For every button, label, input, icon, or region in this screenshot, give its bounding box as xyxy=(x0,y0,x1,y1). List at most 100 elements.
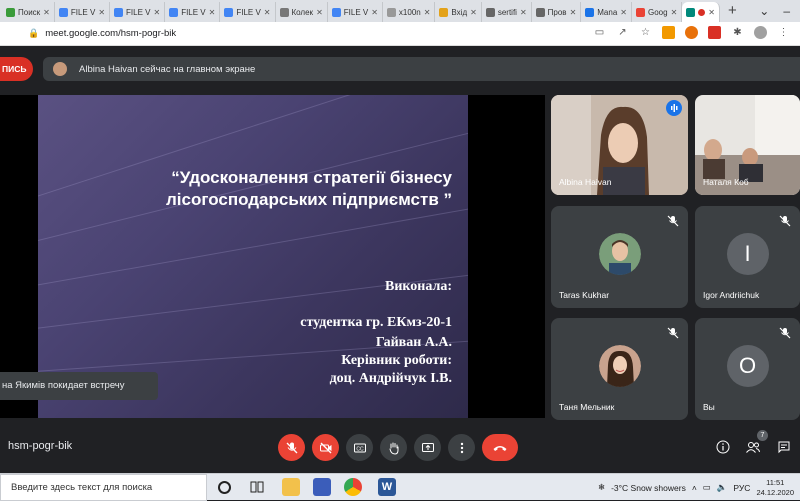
browser-tab[interactable]: ✕ xyxy=(682,2,720,22)
browser-tab[interactable]: Поиск ✕ xyxy=(2,2,55,22)
language-indicator[interactable]: РУС xyxy=(733,483,750,493)
leave-call-button[interactable] xyxy=(482,434,518,461)
browser-tab[interactable]: Вхід ✕ xyxy=(435,2,482,22)
browser-tab[interactable]: Колек ✕ xyxy=(276,2,328,22)
close-tab-icon[interactable]: ✕ xyxy=(708,8,715,17)
browser-tab[interactable]: sertifi ✕ xyxy=(482,2,532,22)
chrome-icon[interactable] xyxy=(344,478,362,496)
mic-off-icon xyxy=(779,327,791,339)
close-tab-icon[interactable]: ✕ xyxy=(98,8,105,17)
camera-off-icon xyxy=(319,442,331,453)
task-view-icon[interactable] xyxy=(248,478,266,496)
participant-tile[interactable]: Albina Haivan xyxy=(551,95,688,195)
close-tab-icon[interactable]: ✕ xyxy=(671,8,678,17)
camera-icon[interactable]: ▭ xyxy=(593,26,606,39)
volume-icon[interactable]: 🔈 xyxy=(717,482,728,493)
camera-toggle-button[interactable] xyxy=(312,434,339,461)
tab-label: FILE V xyxy=(236,7,261,17)
mic-off-icon xyxy=(667,327,679,339)
participant-tile[interactable]: Наталя Коб xyxy=(695,95,800,195)
word-icon[interactable]: W xyxy=(378,478,396,496)
tab-label: Колек xyxy=(291,7,314,17)
tab-favicon-icon xyxy=(224,7,234,17)
slide-performed-by: Виконала: xyxy=(385,279,452,294)
browser-tab[interactable]: FILE V ✕ xyxy=(328,2,383,22)
lock-icon[interactable]: 🔒 xyxy=(28,28,39,39)
present-screen-button[interactable] xyxy=(414,434,441,461)
weather-text[interactable]: -3°C Snow showers xyxy=(611,483,686,493)
extension-orange-icon[interactable] xyxy=(662,26,675,39)
close-tab-icon[interactable]: ✕ xyxy=(43,8,50,17)
recording-badge[interactable]: ПИСЬ xyxy=(0,57,33,81)
menu-icon[interactable]: ⋮ xyxy=(777,26,790,39)
weather-icon[interactable]: ❄ xyxy=(598,482,605,493)
close-tab-icon[interactable]: ✕ xyxy=(620,8,627,17)
close-tab-icon[interactable]: ✕ xyxy=(209,8,216,17)
browser-tab[interactable]: x100n ✕ xyxy=(383,2,436,22)
browser-tab[interactable]: Manа ✕ xyxy=(581,2,632,22)
tab-favicon-icon xyxy=(114,7,124,17)
browser-tab[interactable]: FILE V ✕ xyxy=(165,2,221,22)
participant-tile[interactable]: Taras Kukhar xyxy=(551,206,688,308)
slide-title-line: “Удосконалення стратегії бізнесу xyxy=(171,168,452,187)
close-tab-icon[interactable]: ✕ xyxy=(316,8,323,17)
tab-label: Поиск xyxy=(18,7,41,17)
participant-tile[interactable]: I Igor Andriichuk xyxy=(695,206,800,308)
chat-button[interactable] xyxy=(774,437,794,457)
browser-tab[interactable]: Goog ✕ xyxy=(632,2,683,22)
pdf-icon[interactable] xyxy=(708,26,721,39)
meeting-code: hsm-pogr-bik xyxy=(8,440,73,452)
tab-favicon-icon xyxy=(58,7,68,17)
participant-name: Albina Haivan xyxy=(559,177,612,187)
cortana-icon[interactable] xyxy=(218,481,231,494)
taskbar-search-placeholder[interactable]: Введите здесь текст для поиска xyxy=(11,482,152,493)
tray-chevron-icon[interactable]: ˄ xyxy=(692,483,697,493)
meeting-details-button[interactable] xyxy=(713,437,733,457)
close-tab-icon[interactable]: ✕ xyxy=(470,8,477,17)
raise-hand-button[interactable] xyxy=(380,434,407,461)
browser-tab[interactable]: FILE V ✕ xyxy=(220,2,276,22)
close-tab-icon[interactable]: ✕ xyxy=(424,8,431,17)
file-explorer-icon[interactable] xyxy=(282,478,300,496)
share-icon[interactable]: ↗ xyxy=(616,26,629,39)
mic-off-icon xyxy=(779,215,791,227)
hand-icon xyxy=(389,442,398,455)
puzzle-icon[interactable]: ✱ xyxy=(731,26,744,39)
tab-favicon-icon xyxy=(439,7,449,17)
hangup-icon xyxy=(493,445,507,451)
url-text[interactable]: meet.google.com/hsm-pogr-bik xyxy=(45,28,176,39)
star-icon[interactable]: ☆ xyxy=(639,26,652,39)
close-tab-icon[interactable]: ✕ xyxy=(264,8,271,17)
participant-tile[interactable]: O Вы xyxy=(695,318,800,420)
more-options-button[interactable] xyxy=(448,434,475,461)
new-tab-button[interactable]: + xyxy=(728,2,737,22)
close-tab-icon[interactable]: ✕ xyxy=(371,8,378,17)
tab-label: FILE V xyxy=(343,7,369,17)
slide-title: “Удосконалення стратегії бізнесу лісогос… xyxy=(72,167,452,211)
participant-avatar-letter: I xyxy=(726,233,769,275)
browser-tab[interactable]: FILE V ✕ xyxy=(110,2,166,22)
minimize-icon[interactable]: – xyxy=(783,4,790,18)
close-tab-icon[interactable]: ✕ xyxy=(520,8,527,17)
taskbar-search-box[interactable]: Введите здесь текст для поиска xyxy=(0,474,207,501)
extension-red-icon[interactable] xyxy=(685,26,698,39)
profile-avatar[interactable] xyxy=(754,26,767,39)
participant-tile[interactable]: Таня Мельник xyxy=(551,318,688,420)
close-tab-icon[interactable]: ✕ xyxy=(153,8,160,17)
address-bar[interactable]: 🔒 meet.google.com/hsm-pogr-bik ▭ ↗ ☆ ✱ ⋮ xyxy=(0,22,800,46)
tab-label: FILE V xyxy=(126,7,151,17)
tab-favicon-icon xyxy=(331,7,341,17)
captions-button[interactable]: CC xyxy=(346,434,373,461)
mic-toggle-button[interactable] xyxy=(278,434,305,461)
close-tab-icon[interactable]: ✕ xyxy=(570,8,577,17)
network-icon[interactable]: ▭ xyxy=(703,482,711,493)
tab-favicon-icon xyxy=(485,7,495,17)
browser-tab[interactable]: FILE V ✕ xyxy=(55,2,111,22)
store-icon[interactable] xyxy=(313,478,331,496)
tab-label: Пров xyxy=(547,7,567,17)
browser-tab[interactable]: Пров ✕ xyxy=(532,2,582,22)
clock[interactable]: 11:51 24.12.2020 xyxy=(756,478,794,498)
chevron-down-icon[interactable]: ⌄ xyxy=(759,4,769,18)
present-icon xyxy=(421,442,434,452)
presentation-stage: “Удосконалення стратегії бізнесу лісогос… xyxy=(0,95,545,418)
